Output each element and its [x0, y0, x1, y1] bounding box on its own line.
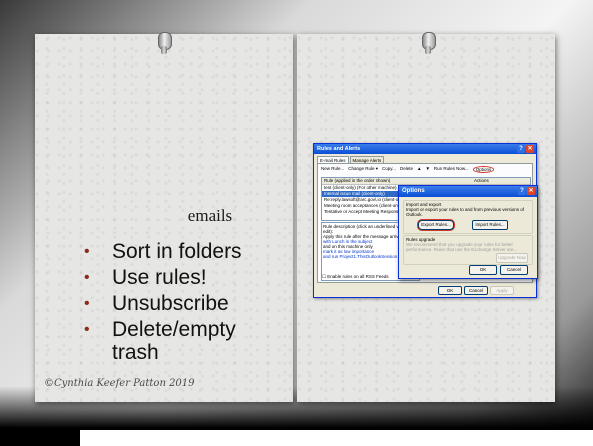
- bullet-text: Unsubscribe: [112, 292, 229, 315]
- bullet-item: • Use rules!: [72, 266, 312, 289]
- pushpin-icon: [421, 32, 436, 56]
- rules-toolbar: New Rule... Change Rule ▾ Copy... Delete…: [318, 164, 532, 175]
- dialog-title: Rules and Alerts: [317, 146, 361, 152]
- run-rules-now-button[interactable]: Run Rules Now...: [434, 166, 469, 173]
- options-button[interactable]: Options: [472, 166, 495, 173]
- cancel-button[interactable]: Cancel: [500, 265, 528, 275]
- move-up-icon[interactable]: ▲: [417, 166, 421, 173]
- bullet-text: Sort in folders: [112, 240, 242, 263]
- bullet-icon: •: [84, 269, 90, 286]
- column-actions[interactable]: Actions: [474, 178, 489, 184]
- options-title: Options: [402, 188, 425, 194]
- bullet-item: • Delete/empty trash: [72, 318, 236, 364]
- cancel-button[interactable]: Cancel: [464, 286, 488, 295]
- bullet-item: • Sort in folders: [72, 240, 312, 263]
- dialog-titlebar: Rules and Alerts ? ✕: [314, 144, 536, 154]
- rss-rules-label: Enable rules on all RSS Feeds: [327, 274, 389, 279]
- bullet-icon: •: [84, 321, 90, 338]
- help-icon[interactable]: ?: [518, 187, 526, 195]
- ok-button[interactable]: OK: [438, 286, 462, 295]
- rules-upgrade-group: Rules upgrade We recommend that you upgr…: [403, 235, 533, 265]
- copy-rule-button[interactable]: Copy...: [382, 166, 396, 173]
- bullet-icon: •: [84, 295, 90, 312]
- apply-button[interactable]: Apply: [490, 286, 514, 295]
- close-icon[interactable]: ✕: [526, 145, 534, 153]
- upgrade-now-button[interactable]: Upgrade Now: [496, 253, 528, 263]
- group-text: We recommend that you upgrade your rules…: [406, 242, 518, 252]
- export-rules-button[interactable]: Export Rules...: [418, 220, 454, 230]
- slide-title: emails: [187, 206, 233, 225]
- author-credit: ©Cynthia Keefer Patton 2019: [44, 378, 195, 389]
- bullet-text: Use rules!: [112, 266, 207, 289]
- pushpin-icon: [157, 32, 172, 56]
- rss-rules-checkbox[interactable]: ☐ Enable rules on all RSS Feeds: [322, 274, 389, 280]
- ok-button[interactable]: OK: [469, 265, 497, 275]
- column-rule[interactable]: Rule (applied in the order shown): [322, 178, 474, 184]
- new-rule-button[interactable]: New Rule...: [321, 166, 344, 173]
- import-rules-button[interactable]: Import Rules...: [472, 220, 508, 230]
- help-icon[interactable]: ?: [517, 145, 525, 153]
- options-titlebar: Options ? ✕: [399, 186, 537, 197]
- move-down-icon[interactable]: ▼: [425, 166, 429, 173]
- delete-rule-button[interactable]: Delete: [400, 166, 413, 173]
- bullet-item: • Unsubscribe: [72, 292, 312, 315]
- import-export-group: Import and export Import or export your …: [403, 200, 533, 234]
- rules-list-header: Rule (applied in the order shown) Action…: [322, 178, 530, 185]
- change-rule-button[interactable]: Change Rule ▾: [348, 166, 378, 173]
- bullet-text: Delete/empty trash: [112, 318, 236, 364]
- close-icon[interactable]: ✕: [527, 187, 535, 195]
- options-dialog: Options ? ✕ Import and export Import or …: [398, 185, 538, 279]
- group-text: Import or export your rules to and from …: [406, 207, 525, 217]
- bullet-list: • Sort in folders • Use rules! • Unsubscrib…: [72, 240, 312, 367]
- footer-strip: [80, 430, 593, 446]
- bullet-icon: •: [84, 243, 90, 260]
